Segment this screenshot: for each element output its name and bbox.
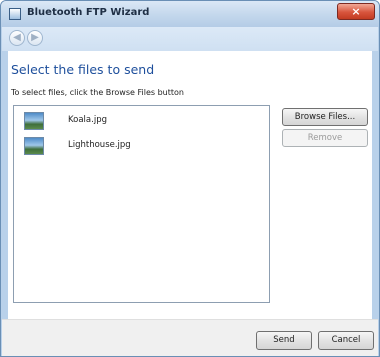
file-list-item-lighthouse[interactable]: Lighthouse.jpg: [14, 135, 269, 159]
image-file-icon: [24, 137, 44, 155]
cancel-button[interactable]: Cancel: [318, 331, 374, 350]
title-bar[interactable]: Bluetooth FTP Wizard ×: [1, 1, 379, 27]
file-name: Koala.jpg: [68, 115, 107, 125]
window-icon: [9, 8, 21, 20]
file-list-item-koala[interactable]: Koala.jpg: [14, 110, 269, 134]
back-button[interactable]: ◀: [9, 30, 25, 46]
file-name: Lighthouse.jpg: [68, 140, 131, 150]
browse-files-button[interactable]: Browse Files...: [282, 108, 368, 126]
wizard-window: Bluetooth FTP Wizard × ◀ ▶ Select the fi…: [0, 0, 380, 357]
page-heading: Select the files to send: [11, 62, 155, 77]
wizard-footer: Send Cancel: [2, 319, 378, 356]
wizard-content: Select the files to send To select files…: [8, 51, 372, 319]
send-button[interactable]: Send: [256, 331, 312, 350]
window-title: Bluetooth FTP Wizard: [27, 7, 150, 18]
image-file-icon: [24, 112, 44, 130]
forward-button[interactable]: ▶: [27, 30, 43, 46]
remove-button[interactable]: Remove: [282, 129, 368, 147]
instruction-text: To select files, click the Browse Files …: [11, 88, 184, 97]
file-list[interactable]: Koala.jpg Lighthouse.jpg: [13, 105, 270, 303]
navigation-bar: ◀ ▶: [2, 27, 378, 51]
close-button[interactable]: ×: [337, 3, 375, 20]
